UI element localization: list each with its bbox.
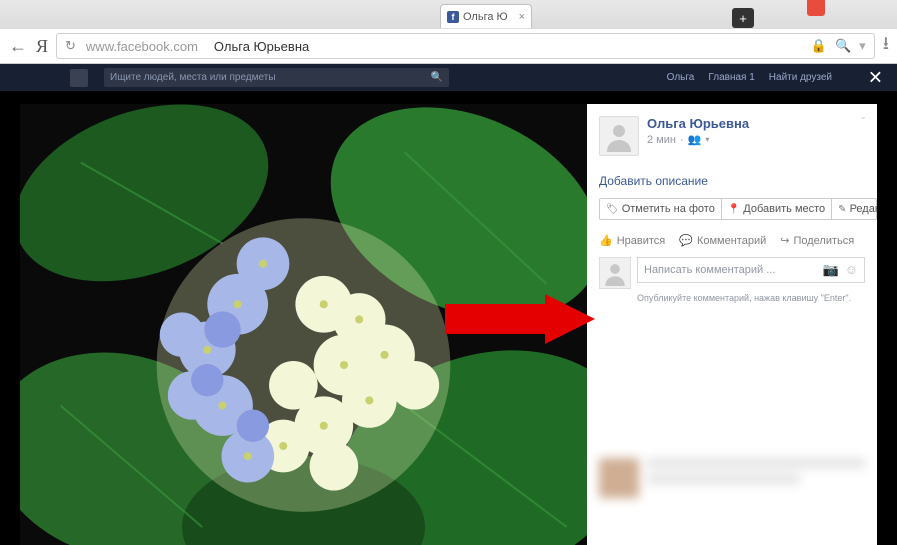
url-page-title: Ольга Юрьевна	[214, 39, 309, 54]
tab-bar: f Ольга Ю × +	[0, 0, 897, 28]
lock-icon: 🔒	[811, 38, 827, 54]
search-icon[interactable]: 🔍	[431, 72, 443, 83]
url-host: www.facebook.com	[86, 39, 198, 54]
tag-photo-button[interactable]: 🏷 Отметить на фото	[600, 199, 722, 219]
facebook-favicon: f	[447, 11, 459, 23]
comment-button[interactable]: 💬 Комментарий	[679, 234, 766, 247]
fb-nav: Ольга Главная 1 Найти друзей	[667, 72, 832, 83]
like-icon: 👍	[599, 234, 613, 247]
address-bar: ← Я ↻ www.facebook.com Ольга Юрьевна 🔒 🔍…	[0, 28, 897, 64]
extension-badge[interactable]	[807, 0, 825, 16]
like-button[interactable]: 👍 Нравится	[599, 234, 665, 247]
comment-composer: Написать комментарий ... 📷 ☺	[599, 257, 865, 289]
photo-viewer: Ольга Юрьевна 2 мин · 👥 ▾ ˇ Добавить опи…	[20, 104, 877, 545]
post-time: 2 мин	[647, 134, 676, 146]
camera-icon[interactable]: 📷	[823, 262, 839, 278]
nav-home[interactable]: Главная 1	[708, 72, 754, 83]
reaction-bar: 👍 Нравится 💬 Комментарий ↪ Поделиться	[599, 234, 865, 247]
privacy-caret-icon[interactable]: ▾	[705, 135, 709, 144]
back-button[interactable]: ←	[8, 36, 28, 56]
tag-icon: 🏷	[606, 204, 619, 215]
edit-button[interactable]: ✎ Редактиро	[832, 199, 877, 219]
url-field[interactable]: ↻ www.facebook.com Ольга Юрьевна 🔒 🔍 ▾	[56, 33, 875, 59]
new-tab-button[interactable]: +	[732, 8, 754, 28]
author-name[interactable]: Ольга Юрьевна	[647, 116, 749, 131]
reload-icon[interactable]: ↻	[65, 38, 76, 54]
yandex-logo[interactable]: Я	[36, 36, 48, 57]
avatar[interactable]	[599, 116, 639, 156]
my-avatar[interactable]	[599, 257, 631, 289]
comment-hint: Опубликуйте комментарий, нажав клавишу "…	[637, 293, 865, 303]
tab-title: Ольга Ю	[463, 11, 508, 23]
browser-tab[interactable]: f Ольга Ю ×	[440, 4, 532, 28]
tab-close-icon[interactable]: ×	[519, 11, 525, 23]
privacy-icon[interactable]: 👥	[688, 133, 702, 146]
fb-logo[interactable]	[70, 69, 88, 87]
sticker-icon[interactable]: ☺	[845, 262, 858, 278]
share-button[interactable]: ↪ Поделиться	[780, 234, 854, 247]
close-icon[interactable]: ✕	[868, 67, 883, 88]
post-header: Ольга Юрьевна 2 мин · 👥 ▾ ˇ	[599, 116, 865, 156]
download-icon[interactable]: ⭳	[883, 31, 889, 61]
location-icon: 📍	[728, 204, 740, 215]
comment-icon: 💬	[679, 234, 693, 247]
comment-placeholder: Написать комментарий ...	[644, 264, 775, 276]
zoom-icon[interactable]: 🔍	[835, 38, 851, 54]
page-content: Ищите людей, места или предметы 🔍 Ольга …	[0, 64, 897, 545]
fb-search-placeholder: Ищите людей, места или предметы	[110, 72, 276, 83]
comment-input[interactable]: Написать комментарий ... 📷 ☺	[637, 257, 865, 283]
share-icon: ↪	[780, 234, 789, 247]
photo-pane[interactable]	[20, 104, 587, 545]
side-pane: Ольга Юрьевна 2 мин · 👥 ▾ ˇ Добавить опи…	[587, 104, 877, 545]
photo-actions: 🏷 Отметить на фото 📍 Добавить место ✎ Ре…	[599, 198, 877, 220]
nav-find-friends[interactable]: Найти друзей	[769, 72, 832, 83]
nav-profile[interactable]: Ольга	[667, 72, 695, 83]
add-place-button[interactable]: 📍 Добавить место	[722, 199, 832, 219]
add-description-link[interactable]: Добавить описание	[599, 174, 708, 188]
pencil-icon: ✎	[838, 204, 846, 215]
fb-header: Ищите людей, места или предметы 🔍 Ольга …	[0, 64, 897, 91]
blurred-content	[587, 450, 877, 545]
fb-search[interactable]: Ищите людей, места или предметы 🔍	[104, 68, 449, 87]
post-menu-icon[interactable]: ˇ	[861, 116, 865, 128]
chevron-down-icon[interactable]: ▾	[859, 38, 866, 54]
